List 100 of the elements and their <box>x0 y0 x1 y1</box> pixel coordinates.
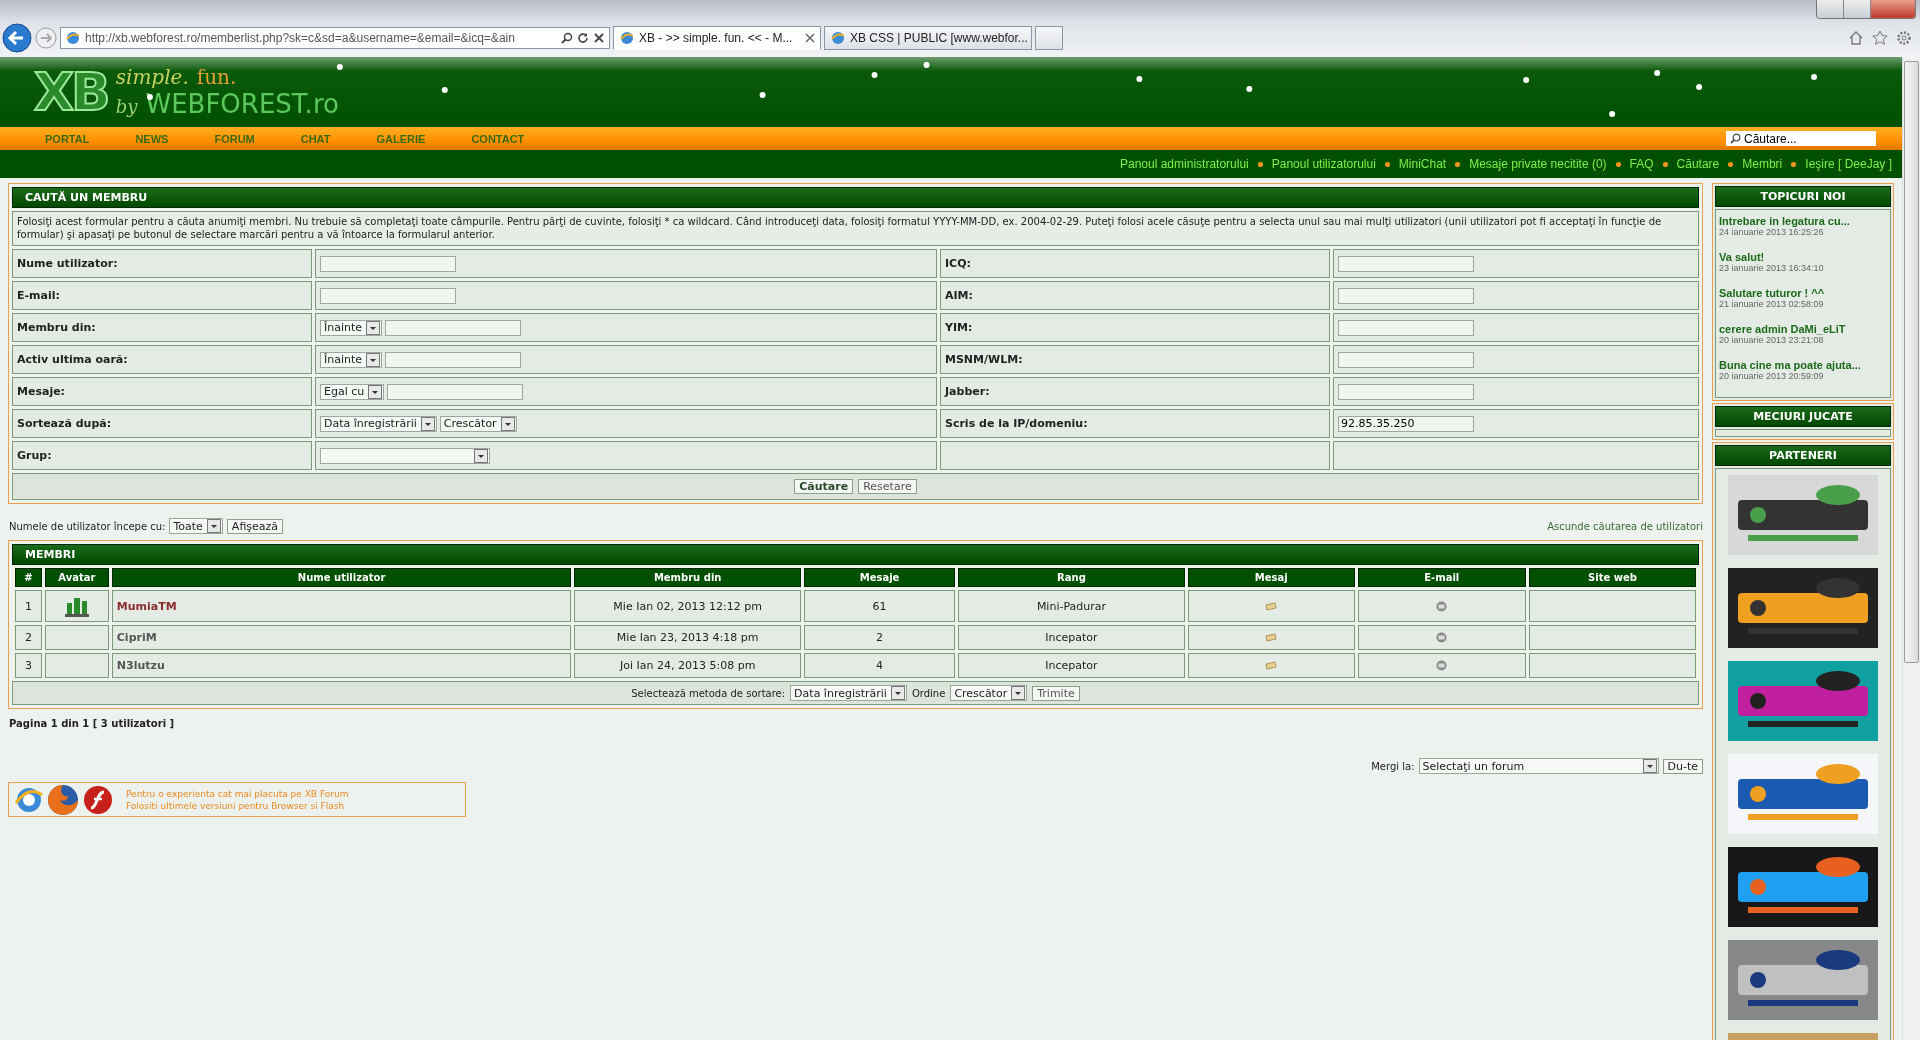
column-header: Nume utilizator <box>111 568 572 587</box>
field-label: Nume utilizator: <box>17 257 118 270</box>
input-field[interactable]: 92.85.35.250 <box>1338 415 1474 432</box>
table-cell: 1 <box>15 590 42 622</box>
input-field[interactable] <box>1338 383 1474 400</box>
caret-icon <box>366 352 381 367</box>
browser-tab[interactable]: XB - >> simple. fun. << - M... <box>613 26 821 50</box>
description-text: Folosiţi acest formular pentru a căuta anumiţi membri. Nu trebuie să completaţi toate câmpurile. Pentru părţi de cuvinte, folosiţi * ca wildcard. Când introduceţi data, folosiţi formatul YYYY-MM-DD, ex. 2004-02-29. Puteţi folosi acele căsuţe pentru a selecta unul sau mai mulţi utilizatori (unii utilizatori pot fi acceptaţi în funcţie de formular) şi apasaţi pe butonul de selectare marcări pentru a vă întoarce la formularul anterior. <box>12 211 1699 246</box>
username-link[interactable]: CipriM <box>116 631 157 644</box>
email-icon[interactable] <box>1436 660 1448 671</box>
input-field[interactable] <box>1338 351 1474 368</box>
reset-button[interactable]: Resetare <box>858 479 917 494</box>
field-label: Mesaje: <box>17 385 65 398</box>
sort-label: Selectează metoda de sortare: <box>631 687 786 699</box>
table-cell: 2 <box>803 625 956 650</box>
envelope-icon[interactable] <box>1265 633 1278 642</box>
user-link[interactable]: Panoul administratorului <box>1120 157 1249 171</box>
input-field[interactable] <box>385 351 522 368</box>
topic-date: 21 ianuarie 2013 02:58:09 <box>1719 299 1825 309</box>
minimize-button[interactable] <box>1817 0 1844 18</box>
topic-link[interactable]: Buna cine ma poate ajuta... <box>1719 359 1887 371</box>
caret-icon <box>500 416 515 431</box>
username-link[interactable]: MumiaTM <box>116 599 177 613</box>
email-icon[interactable] <box>1436 600 1448 612</box>
field-label: Membru din: <box>17 321 96 334</box>
column-header: Membru din <box>574 568 801 587</box>
address-bar[interactable]: http://xb.webforest.ro/memberlist.php?sk=c&sd=a&username=&email=&icq=&ain <box>60 27 610 49</box>
user-link[interactable]: Căutare <box>1676 157 1720 171</box>
username-link[interactable]: N3lutzu <box>116 659 165 672</box>
browser-tab[interactable]: XB CSS | PUBLIC [www.webfor... <box>824 26 1032 50</box>
browser-icon <box>65 30 81 46</box>
dropdown[interactable]: Egal cu <box>320 383 385 400</box>
settings-icon[interactable] <box>1896 30 1912 46</box>
bullet-icon <box>1791 161 1797 167</box>
back-button[interactable] <box>2 23 32 53</box>
dropdown[interactable]: Înainte <box>320 351 383 368</box>
dropdown[interactable]: Data înregistrării <box>320 415 437 432</box>
table-cell: 2 <box>15 625 42 650</box>
topic-link[interactable]: Intrebare in legatura cu... <box>1719 215 1887 227</box>
topic-link[interactable]: cerere admin DaMi_eLiT <box>1719 323 1887 335</box>
topic-date: 20 ianuarie 2013 20:59:09 <box>1719 371 1825 381</box>
topic-link[interactable]: Salutare tuturor ! ^^ <box>1719 287 1887 299</box>
forward-button[interactable] <box>35 27 57 49</box>
dropdown[interactable] <box>320 447 490 464</box>
input-field[interactable] <box>320 287 456 304</box>
user-link[interactable]: Membri <box>1742 157 1783 171</box>
new-tab-button[interactable] <box>1035 26 1063 50</box>
topic-link[interactable]: Va salut! <box>1719 251 1887 263</box>
close-button[interactable] <box>1871 0 1915 18</box>
go-button[interactable]: Du-te <box>1662 758 1703 774</box>
caret-icon <box>890 686 905 700</box>
search-icon[interactable] <box>561 32 573 44</box>
search-button[interactable]: Căutare <box>794 479 854 494</box>
input-field[interactable] <box>1338 287 1474 304</box>
field-label: Sortează după: <box>17 417 112 430</box>
input-field[interactable] <box>1338 319 1474 336</box>
star-icon[interactable] <box>1872 30 1888 46</box>
home-icon[interactable] <box>1848 30 1864 46</box>
dropdown[interactable]: Crescător <box>439 415 517 432</box>
dropdown[interactable]: Selectaţi un forum <box>1418 758 1659 774</box>
scrollbar[interactable] <box>1902 57 1920 1040</box>
caret-icon <box>366 320 381 335</box>
dropdown[interactable]: Data înregistrării <box>790 685 907 701</box>
field-label: ICQ: <box>945 257 971 270</box>
jump-label: Mergi la: <box>1371 760 1415 772</box>
column-header: Avatar <box>44 568 109 587</box>
user-link[interactable]: Panoul utilizatorului <box>1271 157 1376 171</box>
maximize-button[interactable] <box>1844 0 1871 18</box>
input-field[interactable] <box>385 319 522 336</box>
search-icon <box>1730 133 1741 144</box>
submit-button[interactable]: Trimite <box>1032 685 1080 701</box>
close-icon[interactable] <box>805 33 815 43</box>
hide-search-link[interactable]: Ascunde căutarea de utilizatori <box>1547 520 1703 532</box>
filter-label: Numele de utilizator începe cu: <box>9 520 166 532</box>
input-field[interactable] <box>387 383 524 400</box>
envelope-icon[interactable] <box>1265 661 1278 670</box>
dropdown[interactable]: Crescător <box>950 685 1028 701</box>
bullet-icon <box>1257 161 1263 167</box>
show-button[interactable]: Afişează <box>226 518 284 534</box>
envelope-icon[interactable] <box>1265 601 1278 611</box>
field-label: Scris de la IP/domeniu: <box>945 417 1088 430</box>
close-icon[interactable] <box>593 32 605 44</box>
user-link[interactable]: FAQ <box>1629 157 1654 171</box>
email-icon[interactable] <box>1436 632 1448 643</box>
field-label: AIM: <box>945 289 973 302</box>
panel-title: PARTENERI <box>1715 445 1891 466</box>
logo-text: WEBFOREST.ro <box>145 89 339 119</box>
notice-text: Pentru o experienta cat mai placuta pe XB Forum <box>126 787 349 800</box>
user-link[interactable]: MiniChat <box>1398 157 1447 171</box>
dropdown[interactable]: Toate <box>169 518 223 534</box>
search-field[interactable]: Căutare... <box>1726 131 1876 146</box>
caret-icon <box>1011 686 1026 700</box>
user-link[interactable]: Mesaje private necitite (0) <box>1469 157 1607 171</box>
input-field[interactable] <box>1338 255 1474 272</box>
panel-title: CAUTĂ UN MEMBRU <box>12 187 1699 208</box>
refresh-icon[interactable] <box>577 32 589 44</box>
dropdown[interactable]: Înainte <box>320 319 383 336</box>
topic-date: 24 ianuarie 2013 16:25:26 <box>1719 227 1825 237</box>
user-link[interactable]: Ieşire [ DeeJay ] <box>1805 157 1892 171</box>
input-field[interactable] <box>320 255 456 272</box>
